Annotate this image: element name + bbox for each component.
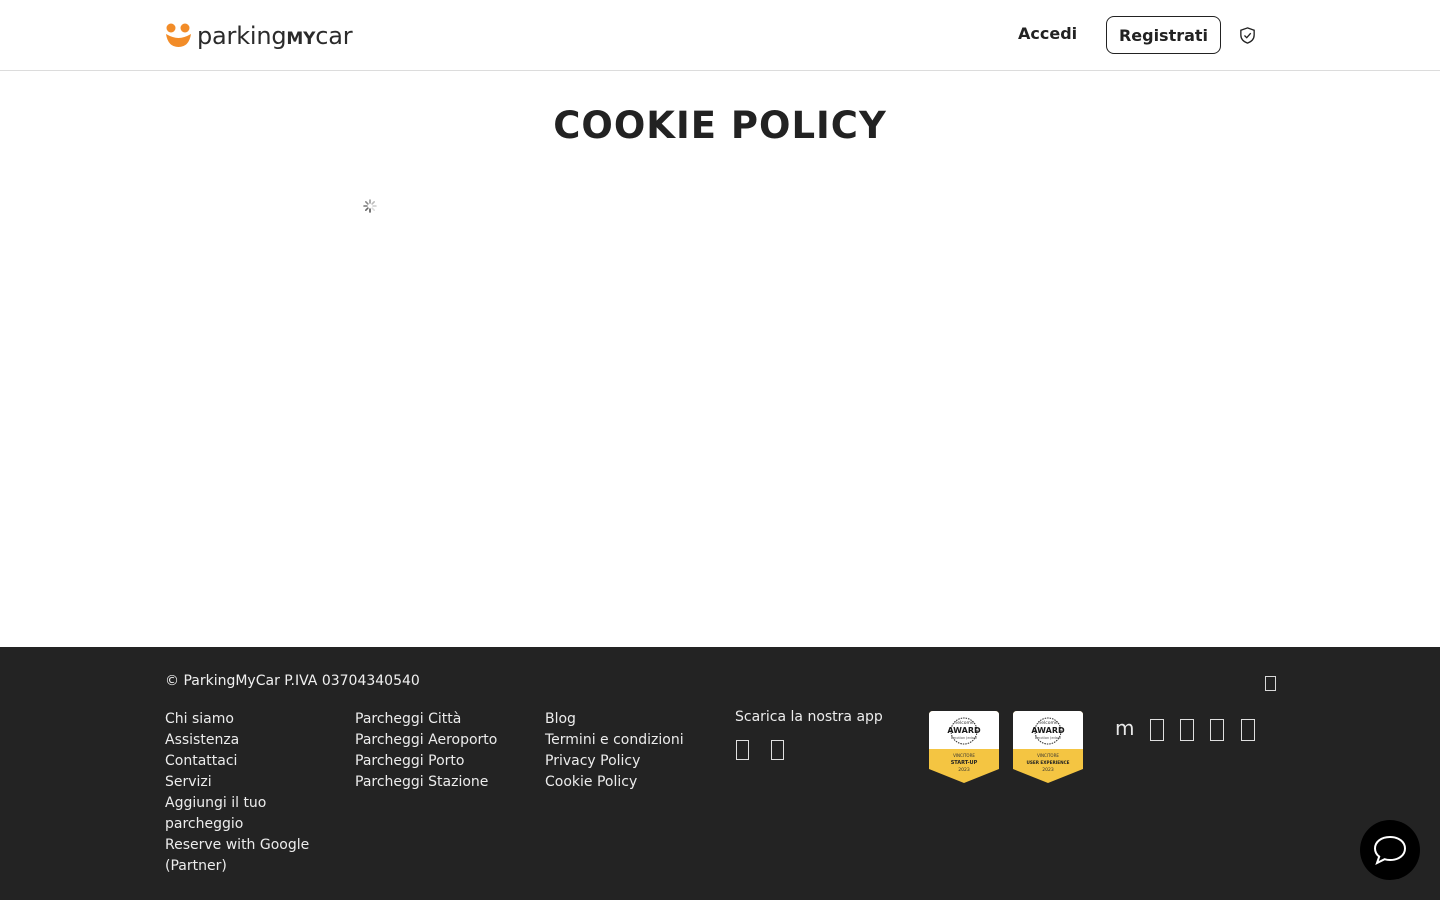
register-button[interactable]: Registrati: [1106, 16, 1221, 54]
footer-link[interactable]: Parcheggi Stazione: [355, 772, 525, 793]
footer-link[interactable]: Cookie Policy: [545, 772, 715, 793]
footer-link[interactable]: Blog: [545, 709, 715, 730]
footer-link[interactable]: Parcheggi Città: [355, 709, 525, 730]
footer-link[interactable]: Parcheggi Porto: [355, 751, 525, 772]
badge-ribbon-text: VINCITORE: [1037, 753, 1059, 758]
footer-link[interactable]: Termini e condizioni: [545, 730, 715, 751]
footer-column-parking: Parcheggi Città Parcheggi Aeroporto Parc…: [355, 709, 525, 793]
facebook-icon[interactable]: [1150, 719, 1164, 741]
badge-sub-text: Emotion Jedam: [1035, 736, 1062, 740]
badge-main-text: AWARD: [1031, 726, 1065, 735]
shield-check-icon[interactable]: [1238, 26, 1257, 45]
copyright-text: © ParkingMyCar P.IVA 03704340540: [165, 673, 420, 689]
logo[interactable]: parkingMYcar: [165, 22, 353, 50]
twitter-icon[interactable]: [1241, 719, 1255, 741]
badge-ribbon-text: VINCITORE: [953, 753, 975, 758]
footer-link[interactable]: Servizi: [165, 772, 340, 793]
badge-year-text: 2023: [1042, 767, 1054, 773]
google-play-icon[interactable]: [771, 740, 784, 760]
loading-spinner-icon: [363, 199, 377, 213]
badge-category-text: START-UP: [951, 760, 978, 766]
footer-link[interactable]: Aggiungi il tuo parcheggio: [165, 793, 340, 835]
instagram-icon[interactable]: [1180, 719, 1194, 741]
badge-main-text: AWARD: [947, 726, 981, 735]
logo-mark-icon: [166, 23, 191, 47]
scroll-top-icon[interactable]: [1265, 676, 1276, 691]
login-link[interactable]: Accedi: [1018, 22, 1077, 46]
linkedin-icon[interactable]: [1210, 719, 1224, 741]
app-download-title: Scarica la nostra app: [735, 709, 883, 725]
award-badge-user-experience: nelcome AWARD Emotion Jedam VINCITORE US…: [1013, 711, 1083, 783]
footer-link[interactable]: Privacy Policy: [545, 751, 715, 772]
site-header: parkingMYcar Accedi Registrati: [0, 0, 1440, 71]
footer-link[interactable]: Chi siamo: [165, 709, 340, 730]
badge-sub-text: Emotion Jedam: [951, 736, 978, 740]
app-store-icon[interactable]: [736, 740, 749, 760]
footer-link[interactable]: Reserve with Google (Partner): [165, 835, 340, 877]
footer-link[interactable]: Assistenza: [165, 730, 340, 751]
footer-column-legal: Blog Termini e condizioni Privacy Policy…: [545, 709, 715, 793]
footer-link[interactable]: Parcheggi Aeroporto: [355, 730, 525, 751]
footer-link[interactable]: Contattaci: [165, 751, 340, 772]
site-footer: © ParkingMyCar P.IVA 03704340540 Chi sia…: [0, 647, 1440, 900]
award-badge-startup: nelcome AWARD Emotion Jedam VINCITORE ST…: [929, 711, 999, 783]
badge-category-text: USER EXPERIENCE: [1026, 760, 1069, 765]
medium-icon[interactable]: m: [1115, 717, 1134, 739]
chat-button[interactable]: [1360, 820, 1420, 880]
page-title: COOKIE POLICY: [553, 104, 887, 147]
footer-column-company: Chi siamo Assistenza Contattaci Servizi …: [165, 709, 340, 877]
logo-wordmark: parkingMYcar: [197, 22, 353, 50]
badge-year-text: 2023: [958, 767, 970, 773]
chat-bubble-icon: [1373, 835, 1407, 865]
